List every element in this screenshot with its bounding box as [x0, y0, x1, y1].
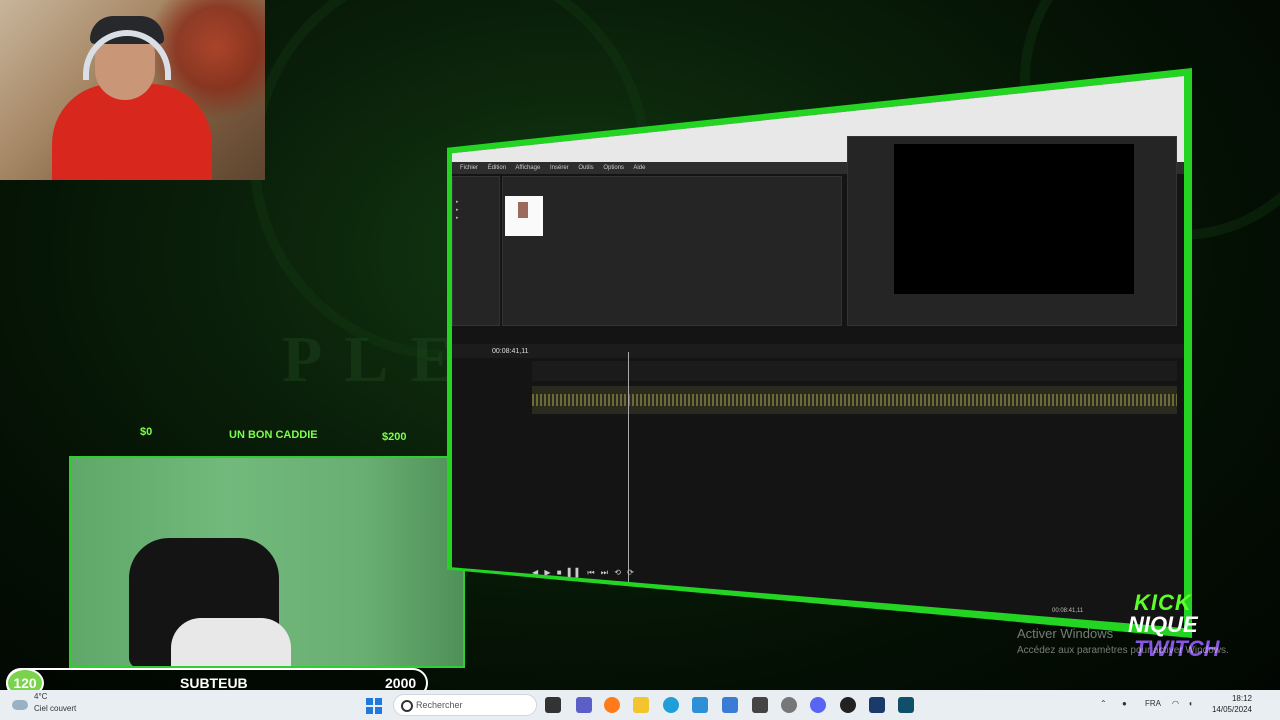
microphone-icon[interactable]: ● — [1122, 699, 1127, 708]
taskbar-search[interactable]: Rechercher — [393, 694, 537, 716]
menu-item[interactable]: Insérer — [550, 165, 569, 171]
search-icon — [401, 700, 413, 712]
folder-tree: ▸ ▸ ▸ — [456, 199, 459, 221]
weather-condition: Ciel couvert — [34, 704, 77, 713]
windows-taskbar: 4°C Ciel couvert Rechercher ⌃ ● FRA ◠ ◖ … — [0, 690, 1280, 720]
browser-icon[interactable] — [663, 697, 679, 713]
webcam-feed — [0, 0, 265, 180]
image-app-icon[interactable] — [692, 697, 708, 713]
teams-icon[interactable] — [576, 697, 592, 713]
editor-app-icon[interactable] — [869, 697, 885, 713]
clock-time: 18:12 — [1231, 694, 1252, 703]
activate-subtitle: Accédez aux paramètres pour activer Wind… — [1017, 645, 1229, 656]
greenscreen-camera — [69, 456, 465, 668]
captured-video-editor: Fichier Édition Affichage Insérer Outils… — [452, 76, 1184, 628]
video-preview — [894, 144, 1134, 294]
system-clock[interactable]: 18:12 14/05/2024 — [1206, 693, 1252, 715]
status-timecode: 00:08:41,11 — [1052, 608, 1084, 614]
playhead[interactable] — [628, 352, 629, 592]
firefox-icon[interactable] — [604, 697, 620, 713]
wifi-icon[interactable]: ◠ — [1172, 699, 1179, 708]
notes-app-icon[interactable] — [722, 697, 738, 713]
media-panel — [502, 176, 842, 326]
task-view-icon[interactable] — [545, 697, 561, 713]
chevron-up-icon[interactable]: ⌃ — [1100, 699, 1107, 708]
goal-min: $0 — [140, 426, 153, 438]
language-indicator[interactable]: FRA — [1145, 699, 1161, 708]
goal-title: UN BON CADDIE — [229, 429, 318, 441]
active-app-icon[interactable] — [898, 697, 914, 713]
start-button[interactable] — [366, 698, 382, 714]
settings-icon[interactable] — [781, 697, 797, 713]
goal-max: $200 — [382, 431, 407, 443]
explorer-panel — [452, 176, 500, 326]
sub-goal-title: SUBTEUB — [180, 675, 248, 691]
activate-title: Activer Windows — [1017, 626, 1114, 641]
activate-windows-watermark: Activer Windows Accédez aux paramètres p… — [1017, 626, 1229, 656]
file-explorer-icon[interactable] — [633, 697, 649, 713]
menu-item[interactable]: Fichier — [460, 165, 478, 171]
clock-date: 14/05/2024 — [1211, 705, 1252, 714]
menu-item[interactable]: Aide — [633, 165, 645, 171]
timeline-header — [452, 344, 1184, 358]
sub-goal-target: 2000 — [385, 675, 417, 691]
gamepad-app-icon[interactable] — [840, 697, 856, 713]
volume-icon[interactable]: ◖ — [1188, 699, 1193, 708]
timeline-timecode: 00:08:41,11 — [492, 348, 529, 355]
search-placeholder: Rechercher — [416, 700, 463, 710]
media-thumbnail[interactable] — [505, 196, 543, 236]
weather-temp: 4°C — [34, 692, 48, 701]
discord-icon[interactable] — [810, 697, 826, 713]
menu-item[interactable]: Options — [603, 165, 624, 171]
cloth — [171, 618, 291, 666]
menu-item[interactable]: Édition — [488, 165, 506, 171]
menu-item[interactable]: Outils — [578, 165, 593, 171]
weather-widget[interactable]: 4°C Ciel couvert — [10, 692, 76, 713]
menu-item[interactable]: Affichage — [515, 165, 540, 171]
cube-app-icon[interactable] — [752, 697, 768, 713]
